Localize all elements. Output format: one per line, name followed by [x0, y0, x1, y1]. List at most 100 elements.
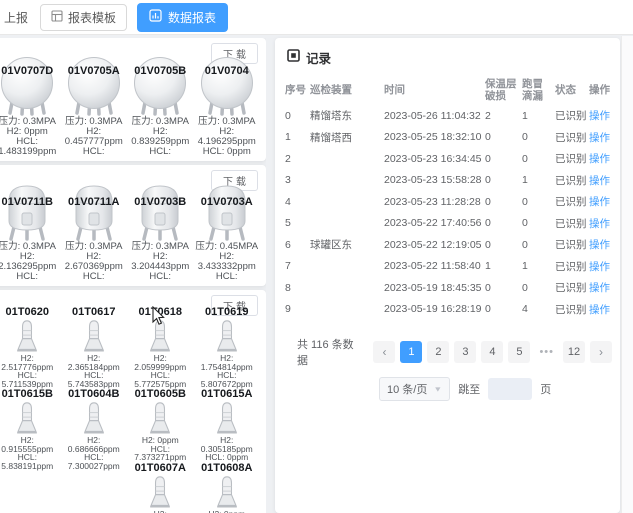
tank-value-line: 5.743583ppm: [61, 380, 128, 389]
vtank-tank-icon: [127, 183, 194, 241]
tank-card: 01T0620H2:2.517776ppmHCL:5.711539ppm: [0, 306, 61, 388]
tank-values: H2: 0ppmHCL: 0ppm: [194, 510, 261, 513]
pagination: 共 116 条数据 ‹12345•••12›: [283, 336, 612, 368]
row-time: 2023-05-23 11:28:28: [382, 191, 483, 213]
row-leak: 0: [520, 213, 553, 235]
row-status: 已识别: [553, 277, 587, 299]
tank-grid: 01V0707D压力: 0.3MPAH2: 0ppmHCL:1.483199pp…: [0, 56, 260, 157]
tank-id: 01V0703B: [123, 196, 198, 208]
tab-report-template[interactable]: 报表模板: [40, 4, 127, 31]
tank-value-line: HCL:: [127, 272, 194, 282]
action-link[interactable]: 操作: [589, 196, 610, 208]
pager-page-button[interactable]: 12: [563, 341, 585, 363]
tank-value-line: HCL:: [61, 147, 128, 157]
row-time: 2023-05-22 17:40:56: [382, 213, 483, 235]
table-header-row: 序号巡检装置时间保温层破损跑冒滴漏状态操作: [283, 75, 613, 105]
row-action-cell: 操作: [587, 127, 613, 149]
row-action-cell: 操作: [587, 234, 613, 256]
tank-card: 01T0617H2:2.365184ppmHCL:5.743583ppm: [61, 306, 128, 388]
tank-card: 01T0605BH2: 0ppmHCL:7.373271ppm: [127, 388, 194, 462]
tank-id: 01T0608A: [194, 462, 261, 475]
jump-page-input[interactable]: [488, 378, 532, 400]
table-row: 42023-05-23 11:28:2800已识别操作: [283, 191, 613, 213]
tank-value-line: 5.772575ppm: [127, 380, 194, 389]
row-status: 已识别: [553, 213, 587, 235]
records-table-body: 0精馏塔东2023-05-26 11:04:3221已识别操作1精馏塔西2023…: [283, 105, 613, 320]
tower-tank-icon: [0, 401, 61, 435]
tab-data-report[interactable]: 数据报表: [137, 3, 228, 32]
row-no: 5: [283, 213, 308, 235]
row-no: 6: [283, 234, 308, 256]
action-link[interactable]: 操作: [589, 239, 610, 251]
tank-value-line: 5.838191ppm: [0, 462, 61, 471]
tank-values: H2:2.517776ppmHCL:5.711539ppm: [0, 354, 61, 388]
action-link[interactable]: 操作: [589, 110, 610, 122]
action-link[interactable]: 操作: [589, 132, 610, 144]
tower-column: 01T0618 H2:2.059999ppmHCL:5.772575ppm01T0…: [127, 306, 194, 513]
tank-id: 01V0704: [190, 65, 265, 77]
row-leak: 1: [520, 105, 553, 127]
action-link[interactable]: 操作: [589, 218, 610, 230]
tower-column: 01T0620H2:2.517776ppmHCL:5.711539ppm01T0…: [0, 306, 61, 513]
jump-label: 跳至: [458, 381, 480, 397]
table-row: 22023-05-23 16:34:4500已识别操作: [283, 148, 613, 170]
tank-card: 01T0604BH2:0.686666ppmHCL:7.300027ppm: [61, 388, 128, 470]
row-leak: 4: [520, 299, 553, 321]
column-header: 跑冒滴漏: [520, 75, 553, 105]
column-header: 时间: [382, 75, 483, 105]
tank-values: H2:1.754814ppmHCL:5.807672ppm: [194, 354, 261, 388]
action-link[interactable]: 操作: [589, 304, 610, 316]
tank-card: 01T0615BH2:0.915555ppmHCL:5.838191ppm: [0, 388, 61, 470]
tank-id: 01V0705B: [123, 65, 198, 77]
column-header: 序号: [283, 75, 308, 105]
pager-next-button[interactable]: ›: [590, 341, 612, 363]
tank-value-line: HCL: 0ppm: [194, 147, 261, 157]
tank-values: 压力: 0.3MPAH2:4.196295ppmHCL: 0ppm: [194, 117, 261, 157]
pager-page-button[interactable]: 5: [508, 341, 530, 363]
row-leak: 0: [520, 127, 553, 149]
page-size-select[interactable]: 10 条/页 ▼: [379, 377, 450, 401]
tank-value-line: 5.807672ppm: [194, 380, 261, 389]
vtank-tank-icon: [61, 183, 128, 241]
table-row: 32023-05-23 15:58:2801已识别操作: [283, 170, 613, 192]
pager-page-button[interactable]: 4: [481, 341, 503, 363]
row-insulation: 0: [483, 148, 520, 170]
tank-values: H2:2.059999ppmHCL:5.772575ppm: [127, 354, 194, 388]
tower-tank-icon: [127, 319, 194, 353]
column-header: 操作: [587, 75, 613, 105]
records-title: 记录: [306, 48, 331, 67]
row-leak: 1: [520, 256, 553, 278]
row-insulation: 0: [483, 234, 520, 256]
records-header: 记录: [283, 48, 612, 67]
tank-section-card: 下载01T0620H2:2.517776ppmHCL:5.711539ppm01…: [0, 290, 266, 513]
table-row: 72023-05-22 11:58:4011已识别操作: [283, 256, 613, 278]
action-link[interactable]: 操作: [589, 153, 610, 165]
tank-value-line: HCL:: [61, 272, 128, 282]
action-link[interactable]: 操作: [589, 282, 610, 294]
vtank-tank-icon: [194, 183, 261, 241]
tank-id: 01T0618: [127, 306, 194, 319]
row-no: 1: [283, 127, 308, 149]
pager-more-button[interactable]: •••: [535, 341, 558, 363]
row-insulation: 0: [483, 127, 520, 149]
tank-values: H2:0.686666ppmHCL:7.300027ppm: [61, 436, 128, 470]
tank-card: 01V0704压力: 0.3MPAH2:4.196295ppmHCL: 0ppm: [194, 56, 261, 157]
row-device: [308, 148, 382, 170]
pager-page-button[interactable]: 1: [400, 341, 422, 363]
tab-upload-partial[interactable]: 上报: [2, 5, 30, 30]
scrollbar-track[interactable]: [621, 36, 633, 513]
tank-card: 01T0608A H2: 0ppmHCL: 0ppm: [194, 462, 261, 513]
row-no: 7: [283, 256, 308, 278]
tower-tank-icon: [194, 401, 261, 435]
pager-page-button[interactable]: 3: [454, 341, 476, 363]
tower-tank-icon: [61, 401, 128, 435]
pager-page-button[interactable]: 2: [427, 341, 449, 363]
tank-card: 01T0615AH2:0.305185ppmHCL: 0ppm: [194, 388, 261, 462]
row-time: 2023-05-22 11:58:40: [382, 256, 483, 278]
action-link[interactable]: 操作: [589, 175, 610, 187]
records-card: 记录 序号巡检装置时间保温层破损跑冒滴漏状态操作 0精馏塔东2023-05-26…: [275, 38, 620, 513]
pager-prev-button[interactable]: ‹: [373, 341, 395, 363]
action-link[interactable]: 操作: [589, 261, 610, 273]
row-leak: 0: [520, 191, 553, 213]
row-time: 2023-05-25 18:32:10: [382, 127, 483, 149]
